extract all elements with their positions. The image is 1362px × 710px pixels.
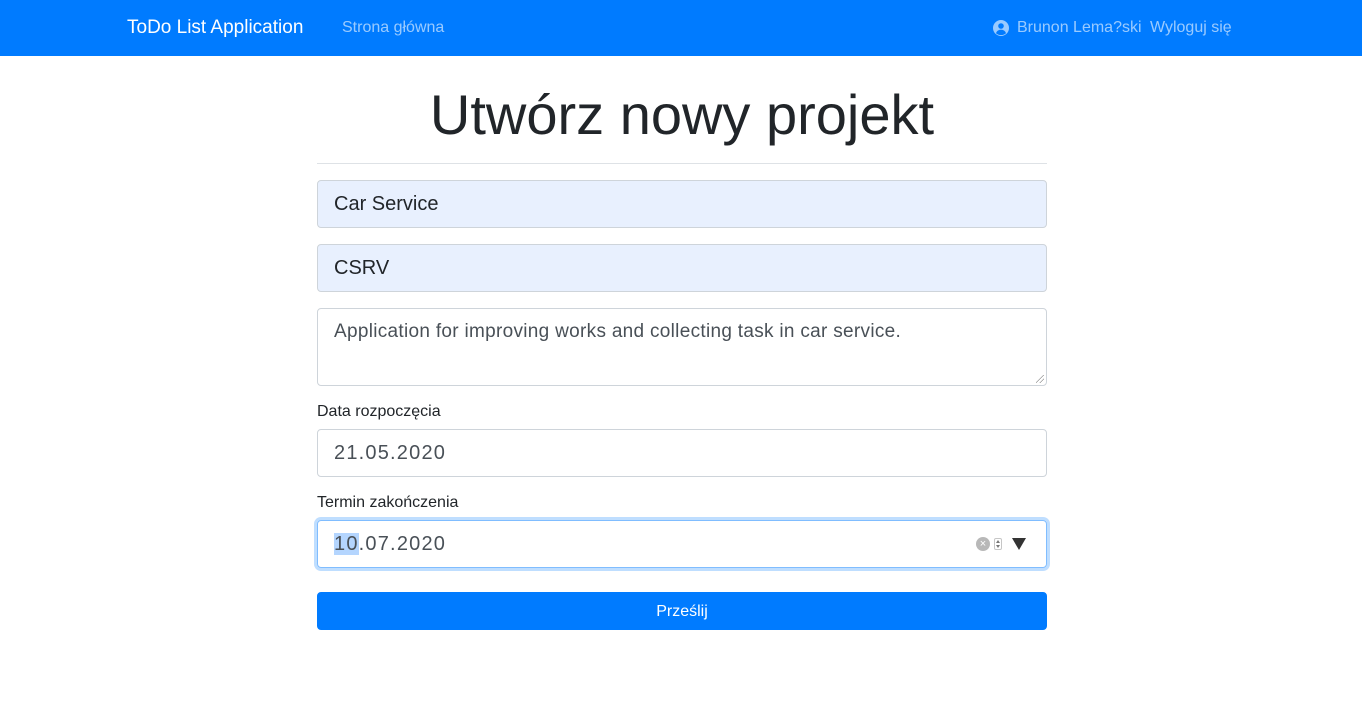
title-divider [317,163,1047,164]
end-date-input[interactable]: 10.07.2020 × [317,520,1047,568]
end-date-rest: .07.2020 [358,532,447,555]
user-name: Brunon Lema?ski [1017,19,1142,36]
navbar: ToDo List Application Strona główna Brun… [0,0,1362,56]
date-controls: × [976,521,1026,567]
description-value: Application for improving works and coll… [334,321,902,342]
resize-handle[interactable] [1036,375,1044,383]
project-key-value: CSRV [334,256,390,279]
user-circle-icon [993,20,1009,36]
project-key-input[interactable]: CSRV [317,244,1047,292]
nav-user-link[interactable]: Brunon Lema?ski [993,18,1142,38]
project-name-value: Car Service [334,192,439,215]
description-textarea[interactable]: Application for improving works and coll… [317,308,1047,386]
logout-link[interactable]: Wyloguj się [1150,18,1232,38]
end-date-day-segment[interactable]: 10 [334,532,359,555]
dropdown-arrow-icon[interactable] [1012,538,1026,550]
start-date-label: Data rozpoczęcia [317,403,441,420]
start-date-input[interactable]: 21.05.2020 [317,429,1047,477]
nav-home-link[interactable]: Strona główna [342,18,444,38]
start-date-value: 21.05.2020 [334,441,447,464]
page-title: Utwórz nowy projekt [429,83,935,146]
project-name-input[interactable]: Car Service [317,180,1047,228]
end-date-value: 10.07.2020 [334,532,447,556]
submit-button[interactable]: Prześlij [317,592,1047,630]
spinner-icon[interactable] [994,538,1002,550]
clear-icon[interactable]: × [976,537,990,551]
end-date-label: Termin zakończenia [317,494,459,511]
brand-link[interactable]: ToDo List Application [127,16,303,40]
